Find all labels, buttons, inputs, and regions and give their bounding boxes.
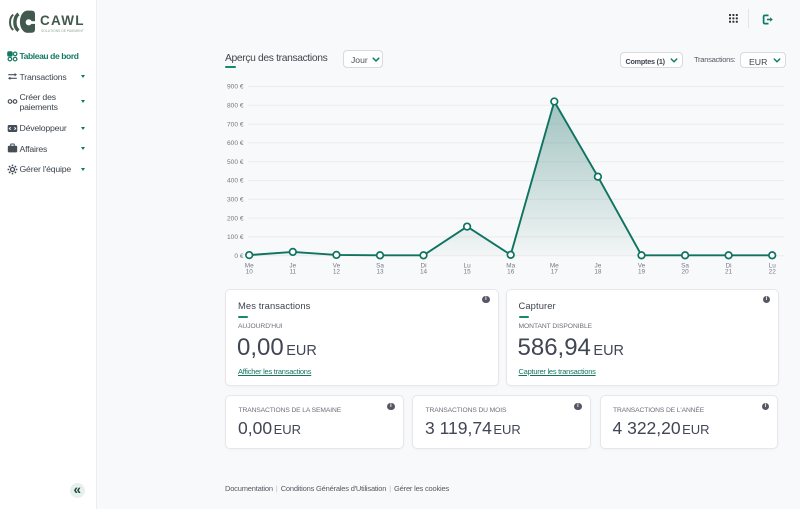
svg-text:200 €: 200 € bbox=[227, 215, 244, 222]
svg-text:20: 20 bbox=[682, 268, 690, 275]
svg-text:0 €: 0 € bbox=[234, 253, 243, 260]
svg-text:18: 18 bbox=[594, 268, 602, 275]
svg-text:300 €: 300 € bbox=[227, 197, 244, 204]
svg-text:11: 11 bbox=[289, 268, 296, 275]
svg-text:900 €: 900 € bbox=[227, 84, 244, 91]
svg-text:19: 19 bbox=[638, 268, 646, 275]
svg-text:16: 16 bbox=[507, 268, 515, 275]
svg-text:500 €: 500 € bbox=[227, 159, 244, 166]
svg-text:100 €: 100 € bbox=[227, 234, 244, 241]
svg-text:17: 17 bbox=[551, 268, 559, 275]
svg-text:600 €: 600 € bbox=[227, 140, 244, 147]
svg-text:12: 12 bbox=[333, 268, 341, 275]
svg-text:400 €: 400 € bbox=[227, 178, 244, 185]
svg-text:10: 10 bbox=[246, 268, 254, 275]
svg-text:14: 14 bbox=[420, 268, 428, 275]
svg-text:700 €: 700 € bbox=[227, 121, 244, 128]
svg-text:21: 21 bbox=[725, 268, 733, 275]
svg-text:15: 15 bbox=[464, 268, 472, 275]
svg-text:22: 22 bbox=[769, 268, 777, 275]
svg-text:800 €: 800 € bbox=[227, 103, 244, 110]
svg-text:13: 13 bbox=[376, 268, 384, 275]
